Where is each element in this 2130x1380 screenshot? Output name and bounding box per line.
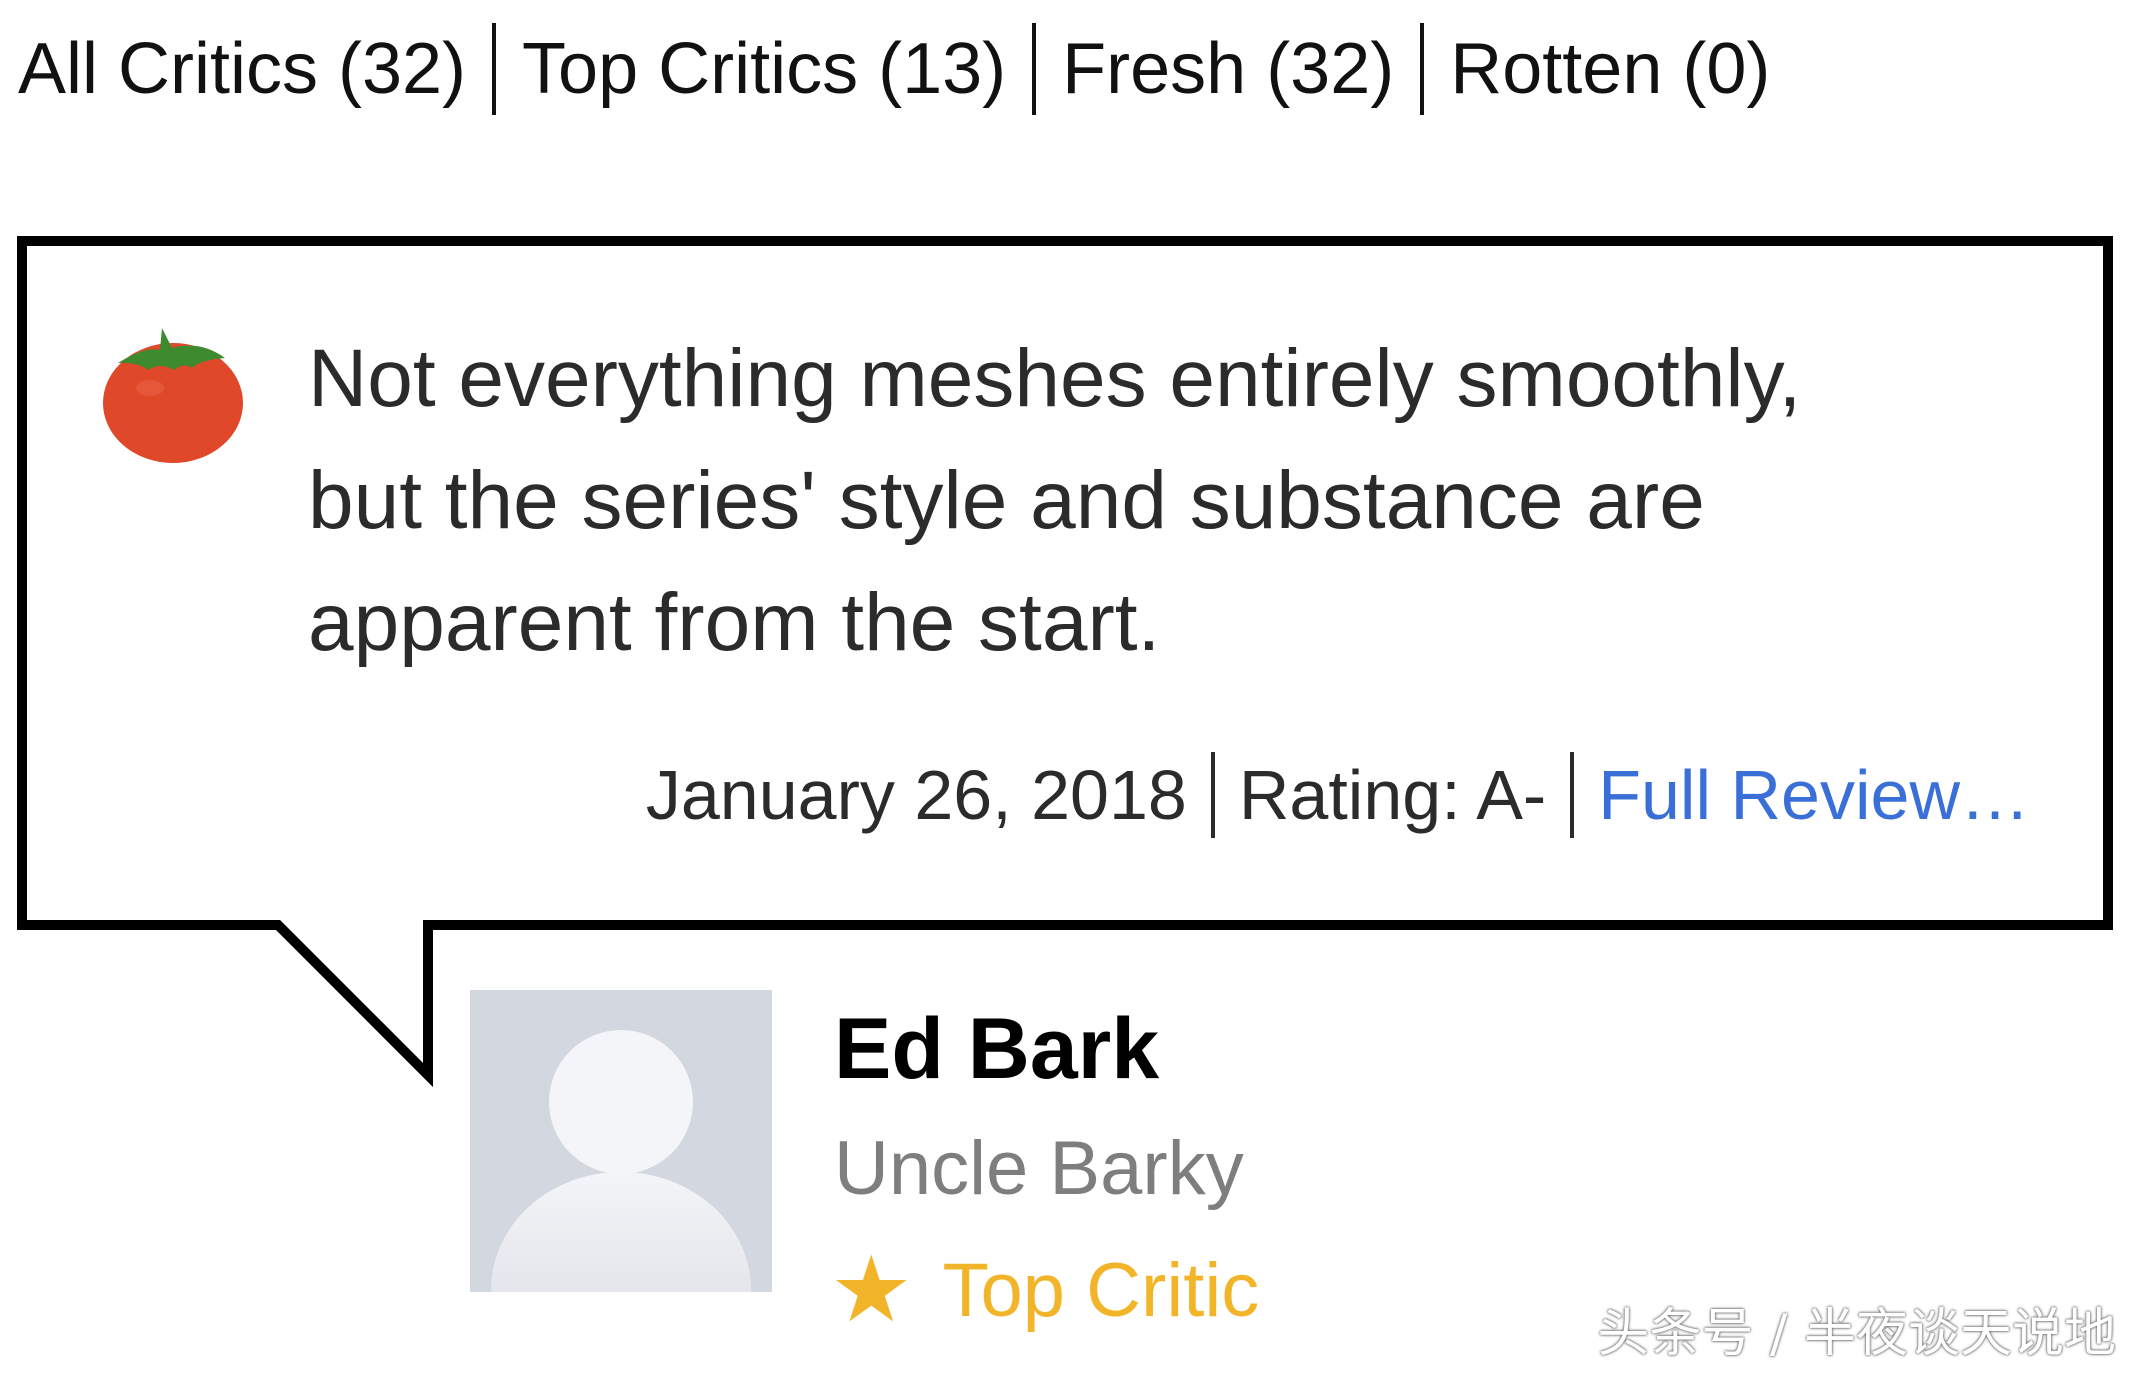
star-icon: ★ bbox=[830, 1239, 913, 1341]
quote-line: apparent from the start. bbox=[308, 577, 1161, 668]
quote-line: Not everything meshes entirely smoothly, bbox=[308, 333, 1802, 424]
review-date: January 26, 2018 bbox=[645, 756, 1187, 834]
review-meta: January 26, 2018 Rating: A- Full Review… bbox=[646, 740, 2030, 850]
divider bbox=[1210, 752, 1215, 838]
critic-avatar[interactable] bbox=[470, 990, 772, 1292]
top-critic-badge: ★ Top Critic bbox=[830, 1240, 1259, 1340]
quote-line: but the series' style and substance are bbox=[308, 455, 1705, 546]
divider bbox=[1570, 752, 1575, 838]
fresh-tomato-icon bbox=[103, 328, 243, 463]
critic-name[interactable]: Ed Bark bbox=[834, 1000, 1159, 1099]
critic-publication[interactable]: Uncle Barky bbox=[834, 1125, 1244, 1212]
watermark: 头条号 / 半夜谈天说地 bbox=[1597, 1304, 2116, 1364]
review-rating: Rating: A- bbox=[1238, 756, 1547, 834]
full-review-link[interactable]: Full Review… bbox=[1598, 755, 2030, 835]
review-quote: Not everything meshes entirely smoothly,… bbox=[308, 318, 2068, 684]
top-critic-label: Top Critic bbox=[942, 1247, 1260, 1333]
default-avatar-icon bbox=[491, 1030, 751, 1292]
